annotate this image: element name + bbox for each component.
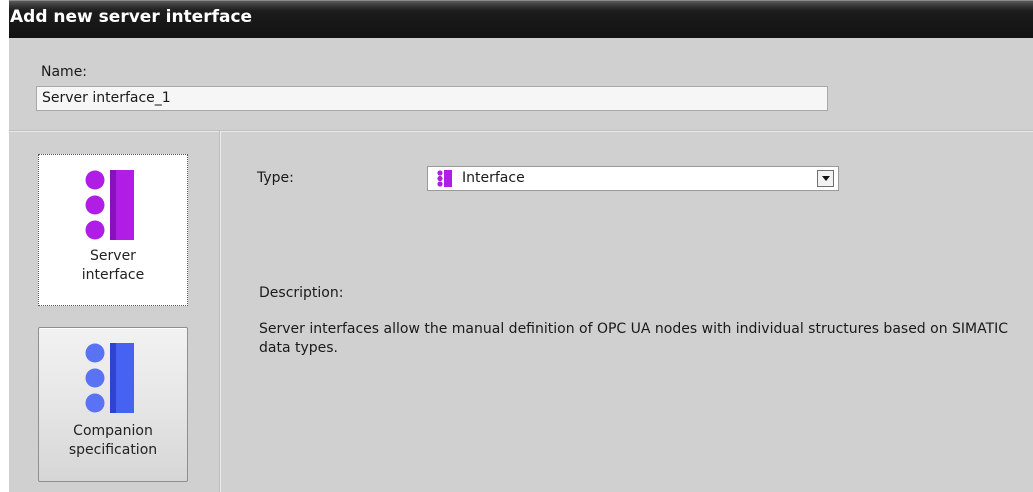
companion-specification-label: Companion specification: [68, 423, 158, 458]
type-label: Type:: [257, 170, 294, 186]
interface-icon: [437, 170, 452, 187]
description-text: Server interfaces allow the manual defin…: [259, 321, 1009, 356]
name-section: Name: Server interface_1: [9, 38, 1033, 130]
type-select[interactable]: Interface: [427, 166, 839, 191]
server-interface-tile[interactable]: Server interface: [38, 154, 188, 306]
dialog-title-bar: Add new server interface: [9, 0, 1033, 38]
horizontal-divider: [9, 130, 1033, 132]
companion-specification-tile[interactable]: Companion specification: [38, 327, 188, 482]
name-input[interactable]: Server interface_1: [36, 86, 828, 111]
companion-specification-icon: [85, 343, 134, 413]
server-interface-label: Server interface: [81, 248, 145, 283]
chevron-down-icon[interactable]: [817, 170, 834, 187]
add-server-interface-dialog: Add new server interface Name: Server in…: [9, 0, 1033, 492]
dialog-title: Add new server interface: [10, 7, 253, 27]
description-label: Description:: [259, 285, 344, 301]
name-label: Name:: [41, 64, 88, 80]
vertical-divider: [219, 131, 221, 492]
type-select-value: Interface: [462, 170, 525, 186]
server-interface-icon: [85, 170, 134, 240]
